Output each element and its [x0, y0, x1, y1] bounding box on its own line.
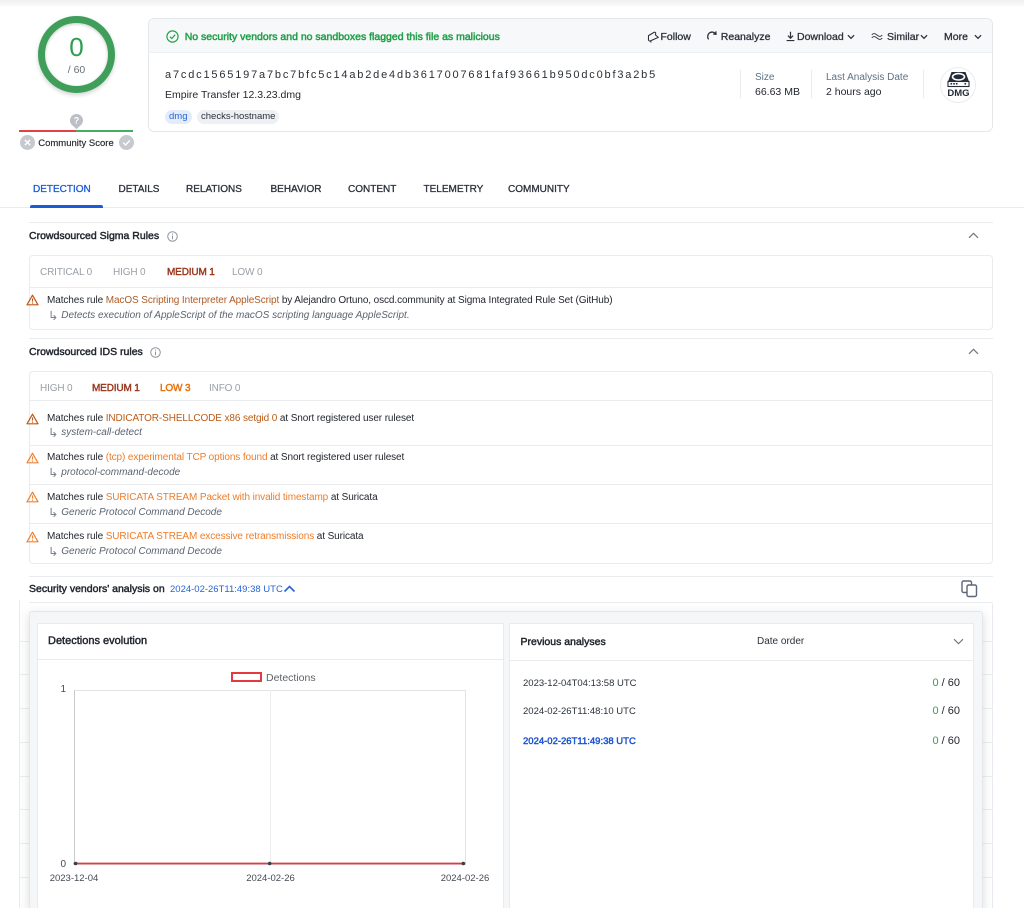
svg-text:?: ? [74, 116, 80, 126]
svg-text:DMG: DMG [947, 88, 969, 98]
